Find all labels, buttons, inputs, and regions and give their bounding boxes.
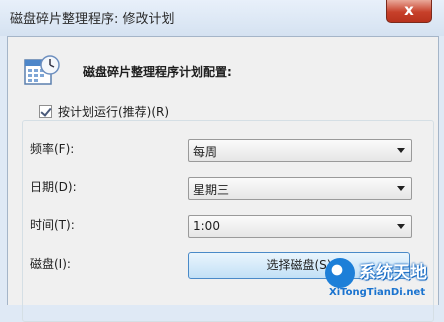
- time-select[interactable]: 1:00: [188, 215, 412, 238]
- globe-icon: [325, 258, 355, 288]
- title-bar: 磁盘碎片整理程序: 修改计划 x: [0, 0, 444, 36]
- checkbox-checked-icon: [39, 105, 52, 118]
- dialog-heading: 磁盘碎片整理程序计划配置:: [83, 65, 232, 79]
- time-value: 1:00: [193, 219, 220, 233]
- day-value: 星期三: [193, 183, 230, 197]
- run-on-schedule-label: 按计划运行(推荐)(R): [58, 105, 170, 119]
- time-label: 时间(T):: [30, 218, 75, 232]
- run-on-schedule-checkbox[interactable]: 按计划运行(推荐)(R): [36, 103, 173, 120]
- disks-label: 磁盘(I):: [30, 257, 71, 271]
- watermark-title: 系统天地: [359, 263, 427, 283]
- close-icon: x: [404, 1, 414, 19]
- frequency-value: 每周: [193, 145, 218, 159]
- chevron-down-icon: [397, 148, 405, 153]
- frequency-label: 频率(F):: [30, 142, 75, 156]
- watermark-logo: 系统天地 XiTongTianDi.net: [325, 256, 444, 304]
- window-title: 磁盘碎片整理程序: 修改计划: [10, 12, 175, 27]
- chevron-down-icon: [397, 224, 405, 229]
- frequency-select[interactable]: 每周: [188, 139, 412, 162]
- close-button[interactable]: x: [386, 0, 432, 23]
- chevron-down-icon: [397, 186, 405, 191]
- watermark-url: XiTongTianDi.net: [329, 287, 426, 298]
- schedule-calendar-icon: [24, 55, 60, 85]
- day-select[interactable]: 星期三: [188, 177, 412, 200]
- day-label: 日期(D):: [30, 180, 77, 194]
